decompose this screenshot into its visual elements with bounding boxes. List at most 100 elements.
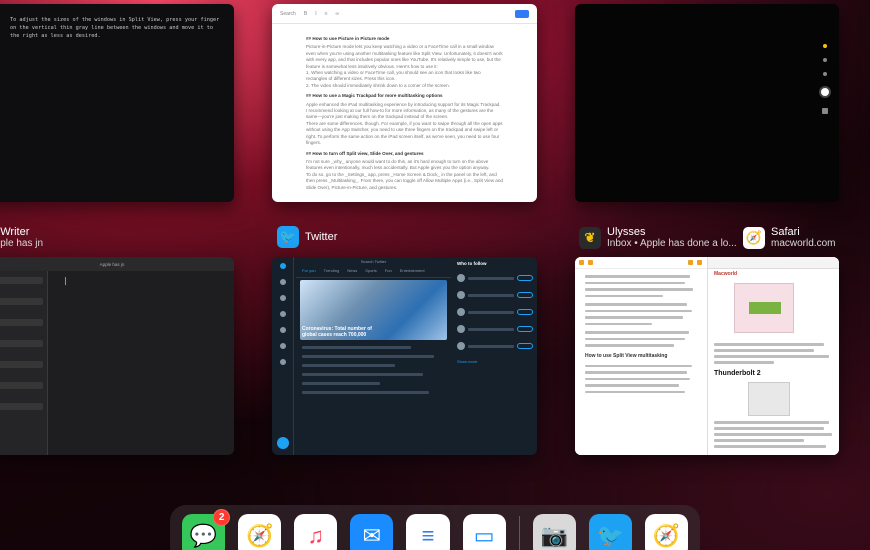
list-item[interactable]: [0, 340, 43, 347]
doc-paragraph: Apple enhanced the iPad multitasking exp…: [306, 101, 501, 120]
tab-sports[interactable]: Sports: [365, 268, 377, 273]
list-item[interactable]: [0, 319, 43, 326]
explore-icon[interactable]: [279, 295, 286, 301]
attach-icon[interactable]: [688, 260, 693, 265]
avatar: [457, 308, 465, 316]
app-card-twitter[interactable]: Search Twitter For you Trending News Spo…: [272, 257, 537, 455]
follow-suggestion[interactable]: [457, 291, 533, 299]
list-item[interactable]: [0, 298, 43, 305]
follow-suggestion[interactable]: [457, 274, 533, 282]
safari-icon: 🧭: [743, 227, 765, 249]
messages-icon[interactable]: [279, 327, 286, 333]
iawriter-toolbar: Apple has jn: [0, 257, 234, 271]
mail-icon[interactable]: ✉: [350, 514, 394, 550]
suggestion-name: [468, 293, 514, 297]
follow-button[interactable]: [517, 309, 533, 315]
tab-news[interactable]: News: [347, 268, 357, 273]
show-more-link[interactable]: Show more: [457, 359, 533, 364]
text-cursor: [65, 277, 66, 285]
advertisement[interactable]: [734, 283, 794, 333]
tab-fun[interactable]: Fun: [385, 268, 392, 273]
list-item[interactable]: [0, 382, 43, 389]
search-label[interactable]: Search: [280, 11, 296, 17]
music-icon[interactable]: ♫: [294, 514, 338, 550]
safari-icon[interactable]: 🧭: [238, 514, 282, 550]
app-subtitle: Apple has jn: [0, 238, 44, 249]
doc-paragraph: Picture-in-Picture mode lets you keep wa…: [306, 44, 503, 69]
safari-address-bar[interactable]: [708, 257, 839, 269]
follow-suggestion[interactable]: [457, 308, 533, 316]
bold-icon[interactable]: B: [304, 11, 307, 17]
twitter-logo-icon[interactable]: [279, 263, 286, 269]
doc-heading: ## How to use Picture in Picture mode: [306, 36, 390, 41]
thumbnail[interactable]: [822, 108, 828, 114]
app-card-ulysses-safari[interactable]: How to use Split View multitasking Macwo…: [575, 257, 839, 455]
app-card-document[interactable]: Search B I ≡ ∞ ## How to use Picture in …: [272, 4, 537, 202]
live-icon[interactable]: [823, 58, 827, 62]
tab-for-you[interactable]: For you: [302, 268, 316, 273]
app-card-terminal[interactable]: To adjust the sizes of the windows in Sp…: [0, 4, 234, 202]
tweet-line: [302, 391, 430, 394]
app-card-iawriter[interactable]: Apple has jn: [0, 257, 234, 455]
link-icon[interactable]: ∞: [336, 11, 340, 17]
bookmarks-icon[interactable]: [279, 343, 286, 349]
twitter-search[interactable]: Search Twitter: [296, 257, 451, 264]
tweet-line: [302, 373, 423, 376]
app-label-twitter[interactable]: 🐦 Twitter: [277, 226, 337, 248]
tab-entertainment[interactable]: Entertainment: [400, 268, 425, 273]
twitter-icon[interactable]: 🐦: [588, 514, 632, 550]
suggestion-name: [468, 276, 514, 280]
tweet-line: [302, 382, 380, 385]
app-label-iawriter[interactable]: iA Writer Apple has jn: [0, 226, 43, 250]
docs-icon[interactable]: ≡: [406, 514, 450, 550]
doc-paragraph: There are some differences, though. For …: [306, 120, 503, 146]
compose-button[interactable]: [276, 437, 289, 449]
tab-trending[interactable]: Trending: [324, 268, 340, 273]
avatar: [457, 274, 465, 282]
profile-icon[interactable]: [279, 359, 286, 365]
app-label-ulysses[interactable]: ❦ Ulysses Inbox • Apple has done a lo...: [579, 226, 737, 250]
dock-separator: [518, 516, 520, 550]
follow-suggestion[interactable]: [457, 342, 533, 350]
iawriter-file-list: [0, 271, 48, 455]
flash-icon[interactable]: [823, 44, 827, 48]
follow-button[interactable]: [517, 292, 533, 298]
italic-icon[interactable]: I: [315, 11, 316, 17]
doc-paragraph: I'm not sure _why_ anyone would want to …: [306, 158, 490, 171]
follow-button[interactable]: [517, 343, 533, 349]
camera-icon[interactable]: 📷: [532, 514, 576, 550]
list-item[interactable]: [0, 361, 43, 368]
messages-icon[interactable]: 💬 2: [182, 509, 231, 550]
suggestion-name: [468, 344, 514, 348]
follow-button[interactable]: [517, 326, 533, 332]
app-name: Safari: [771, 226, 800, 238]
ulysses-heading: How to use Split View multitasking: [585, 352, 668, 359]
safari-recent-icon[interactable]: 🧭: [644, 514, 688, 550]
twitter-tabs: For you Trending News Sports Fun Enterta…: [296, 264, 451, 278]
share-button[interactable]: [515, 9, 529, 18]
follow-button[interactable]: [517, 275, 533, 281]
share-icon[interactable]: [697, 260, 702, 265]
files-icon[interactable]: ▭: [462, 514, 506, 550]
shutter-button[interactable]: [819, 86, 831, 98]
notifications-icon[interactable]: [279, 311, 286, 317]
article-image: [748, 382, 790, 416]
ulysses-toolbar: [575, 257, 706, 269]
follow-suggestion[interactable]: [457, 325, 533, 333]
switch-camera-icon[interactable]: [823, 72, 827, 76]
trending-hero[interactable]: Coronavirus: Total number of global case…: [300, 280, 447, 340]
avatar: [457, 342, 465, 350]
back-icon[interactable]: [579, 260, 584, 265]
hero-caption: Coronavirus: Total number of global case…: [302, 326, 372, 338]
list-item[interactable]: [0, 277, 43, 284]
ulysses-pane: How to use Split View multitasking: [575, 257, 706, 455]
list-icon[interactable]: ≡: [325, 11, 328, 17]
app-card-camera[interactable]: [575, 4, 839, 202]
avatar: [457, 325, 465, 333]
doc-paragraph: To do so, go to the _Settings_ app, pres…: [306, 171, 503, 190]
document-page: ## How to use Picture in Picture mode Pi…: [272, 24, 537, 199]
library-icon[interactable]: [588, 260, 593, 265]
list-item[interactable]: [0, 403, 43, 410]
app-label-safari[interactable]: 🧭 Safari macworld.com: [743, 226, 835, 250]
home-icon[interactable]: [279, 279, 286, 285]
